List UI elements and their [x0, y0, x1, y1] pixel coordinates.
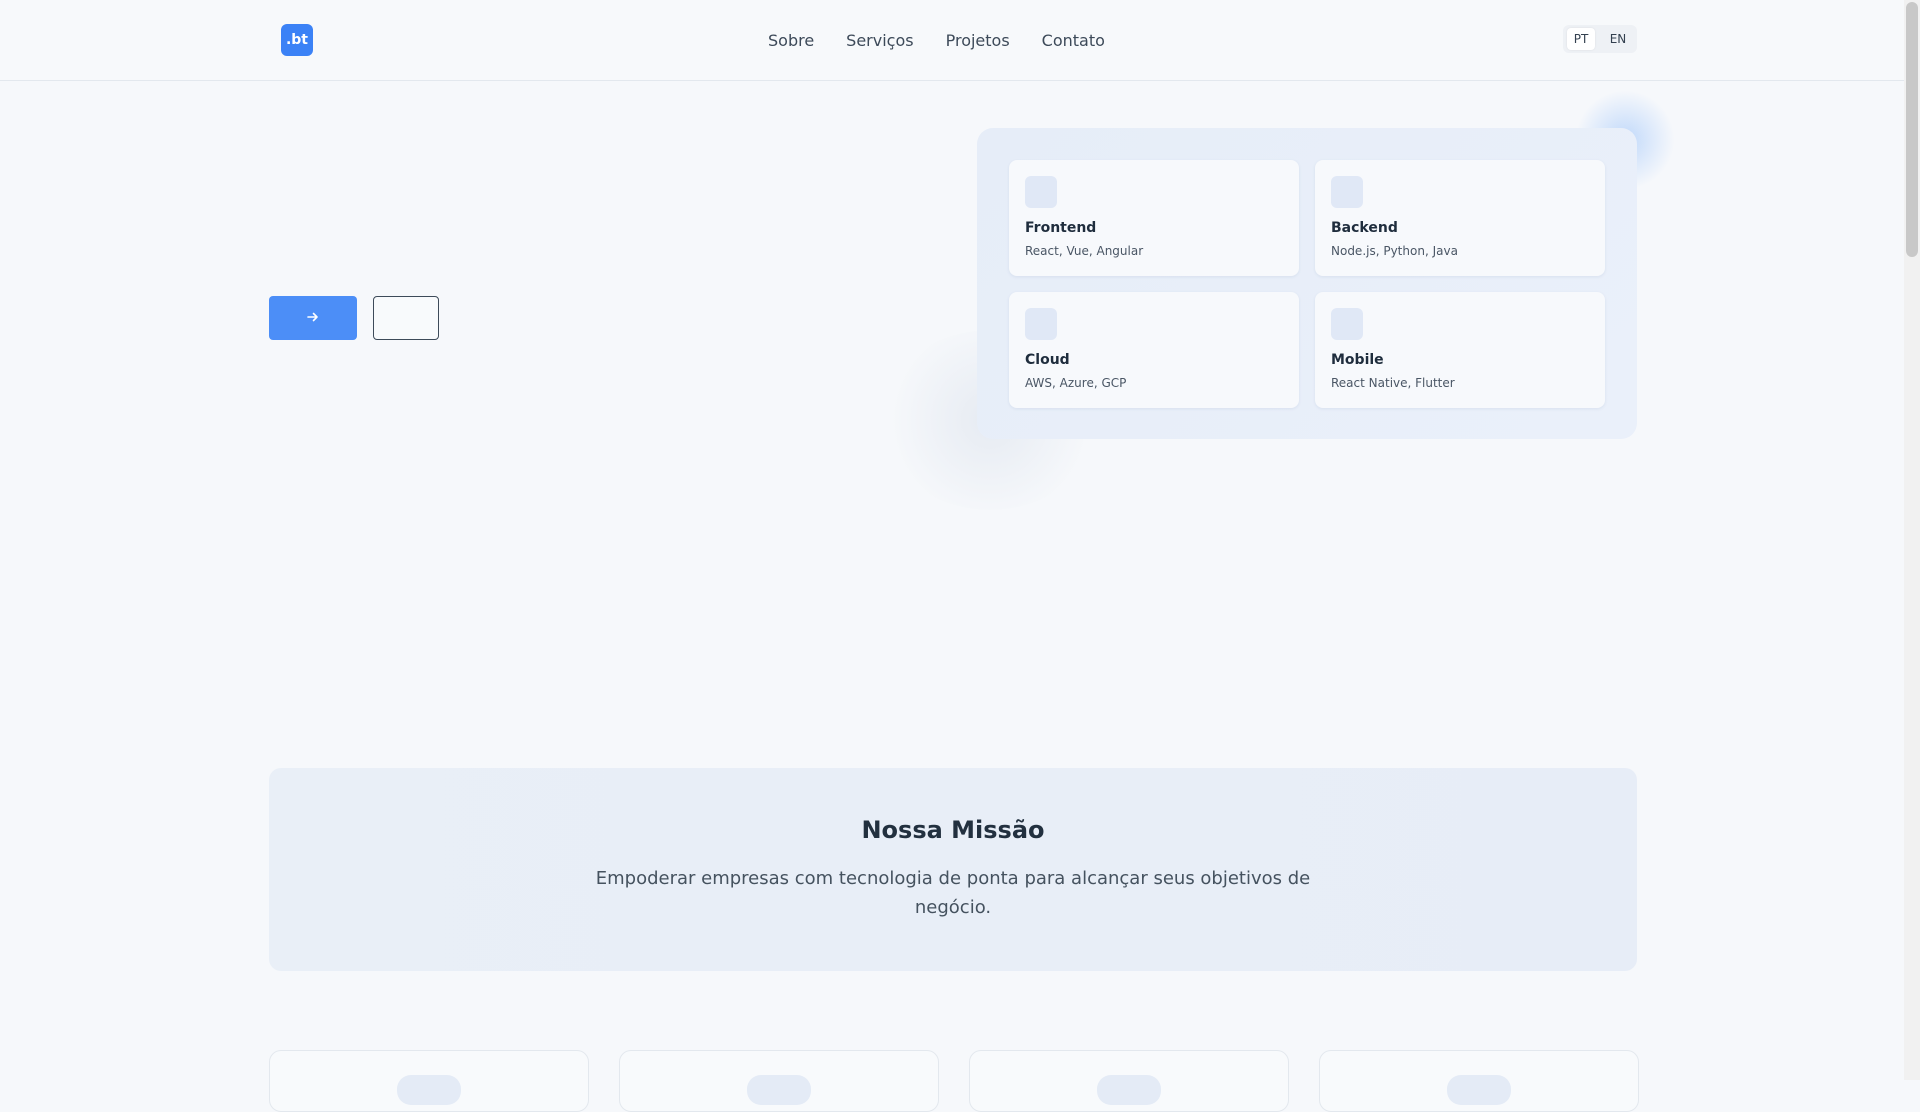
tech-card-mobile: Mobile React Native, Flutter: [1315, 292, 1605, 408]
feature-card: [269, 1050, 589, 1112]
tech-card-title: Cloud: [1025, 352, 1070, 368]
tech-card-title: Mobile: [1331, 352, 1384, 368]
feature-card: [1319, 1050, 1639, 1112]
frontend-icon: [1025, 176, 1057, 208]
tech-card-subtitle: React Native, Flutter: [1331, 376, 1455, 390]
top-navbar: .bt Sobre Serviços Projetos Contato PT E…: [0, 0, 1904, 81]
arrow-right-icon: [306, 309, 320, 328]
tech-card-title: Frontend: [1025, 220, 1097, 236]
main-nav: Sobre Serviços Projetos Contato: [768, 0, 1105, 80]
mission-title: Nossa Missão: [861, 816, 1045, 844]
logo[interactable]: .bt: [281, 24, 313, 56]
tech-card-cloud: Cloud AWS, Azure, GCP: [1009, 292, 1299, 408]
mobile-icon: [1331, 308, 1363, 340]
cloud-icon: [1025, 308, 1057, 340]
tech-card-subtitle: React, Vue, Angular: [1025, 244, 1144, 258]
feature-card: [619, 1050, 939, 1112]
language-pt-button[interactable]: PT: [1566, 28, 1596, 50]
nav-link-contato[interactable]: Contato: [1042, 31, 1105, 50]
hero-secondary-button[interactable]: [373, 296, 439, 340]
tech-card-title: Backend: [1331, 220, 1398, 236]
tech-card-subtitle: AWS, Azure, GCP: [1025, 376, 1127, 390]
mission-text: Empoderar empresas com tecnologia de pon…: [595, 868, 1311, 918]
feature-card: [969, 1050, 1289, 1112]
language-en-button[interactable]: EN: [1603, 28, 1634, 50]
nav-link-servicos[interactable]: Serviços: [846, 31, 913, 50]
hero-primary-button[interactable]: [269, 296, 357, 340]
scrollbar-thumb[interactable]: [1906, 2, 1918, 257]
mission-section: Nossa Missão Empoderar empresas com tecn…: [269, 768, 1637, 971]
tech-card-backend: Backend Node.js, Python, Java: [1315, 160, 1605, 276]
backend-icon: [1331, 176, 1363, 208]
nav-link-sobre[interactable]: Sobre: [768, 31, 814, 50]
scrollbar[interactable]: [1904, 0, 1920, 1080]
language-switcher: PT EN: [1563, 25, 1637, 53]
tech-card-subtitle: Node.js, Python, Java: [1331, 244, 1458, 258]
nav-link-projetos[interactable]: Projetos: [946, 31, 1010, 50]
tech-card-frontend: Frontend React, Vue, Angular: [1009, 160, 1299, 276]
tech-stack-panel: Frontend React, Vue, Angular Backend Nod…: [977, 128, 1637, 439]
